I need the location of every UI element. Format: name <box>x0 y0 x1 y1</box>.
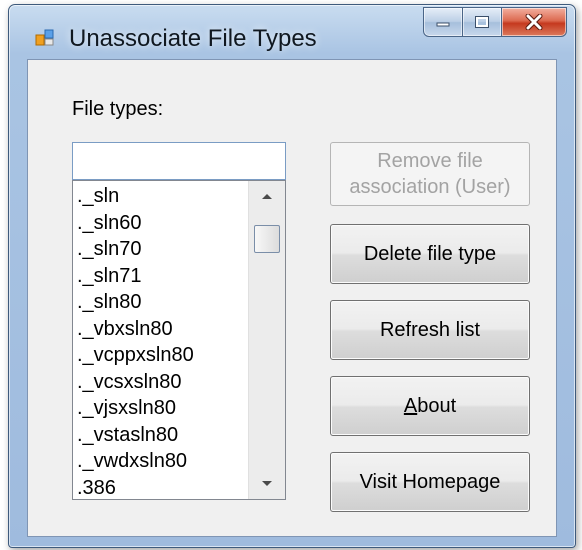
minimize-icon <box>436 22 450 27</box>
maximize-icon <box>475 16 489 28</box>
scroll-down-arrow-icon <box>262 481 272 486</box>
file-types-listbox[interactable]: ._sln ._sln60 ._sln70 ._sln71 ._sln80 ._vbxsl… <box>72 180 286 500</box>
delete-file-type-button[interactable]: Delete file type <box>330 224 530 284</box>
list-item[interactable]: ._vstasln80 <box>77 422 249 449</box>
list-item[interactable]: ._sln71 <box>77 263 249 290</box>
list-item[interactable]: ._vwdxsln80 <box>77 448 249 475</box>
list-item[interactable]: ._sln <box>77 183 249 210</box>
title-bar[interactable]: Unassociate File Types <box>9 5 575 59</box>
list-item[interactable]: ._vjsxsln80 <box>77 395 249 422</box>
delete-file-type-label: Delete file type <box>363 243 497 265</box>
list-item[interactable]: .386 <box>77 475 249 500</box>
caption-buttons <box>423 7 567 37</box>
refresh-list-button[interactable]: Refresh list <box>330 300 530 360</box>
scroll-up-arrow-icon <box>262 194 272 199</box>
remove-file-association-button[interactable]: Remove file association (User) <box>330 142 530 206</box>
refresh-list-label: Refresh list <box>379 319 481 341</box>
file-types-list: ._sln ._sln60 ._sln70 ._sln71 ._sln80 ._vbxsl… <box>77 183 249 500</box>
visit-homepage-label: Visit Homepage <box>359 471 501 493</box>
window-title: Unassociate File Types <box>69 25 317 52</box>
file-type-filter-input[interactable] <box>72 142 286 180</box>
list-item[interactable]: ._sln80 <box>77 289 249 316</box>
visit-homepage-button[interactable]: Visit Homepage <box>330 452 530 512</box>
listbox-scrollbar[interactable] <box>248 181 285 499</box>
list-item[interactable]: ._sln60 <box>77 210 249 237</box>
remove-file-association-label: Remove file association (User) <box>349 150 511 198</box>
list-item[interactable]: ._vcppxsln80 <box>77 342 249 369</box>
close-icon <box>525 14 543 30</box>
close-button[interactable] <box>502 7 567 37</box>
list-item[interactable]: ._sln70 <box>77 236 249 263</box>
list-item[interactable]: ._vbxsln80 <box>77 316 249 343</box>
scroll-up-button[interactable] <box>249 181 285 211</box>
app-window: Unassociate File Types File types: ._sln… <box>8 4 576 548</box>
about-button[interactable]: About <box>330 376 530 436</box>
list-item[interactable]: ._vcsxsln80 <box>77 369 249 396</box>
dialog-client-area: File types: ._sln ._sln60 ._sln70 ._sln71 ._… <box>27 59 557 537</box>
minimize-button[interactable] <box>423 7 463 37</box>
scrollbar-thumb[interactable] <box>254 225 280 253</box>
file-types-label: File types: <box>72 98 164 120</box>
window-app-icon <box>35 29 54 46</box>
scroll-down-button[interactable] <box>249 469 285 499</box>
about-label: About <box>403 395 457 417</box>
maximize-button[interactable] <box>463 7 502 37</box>
